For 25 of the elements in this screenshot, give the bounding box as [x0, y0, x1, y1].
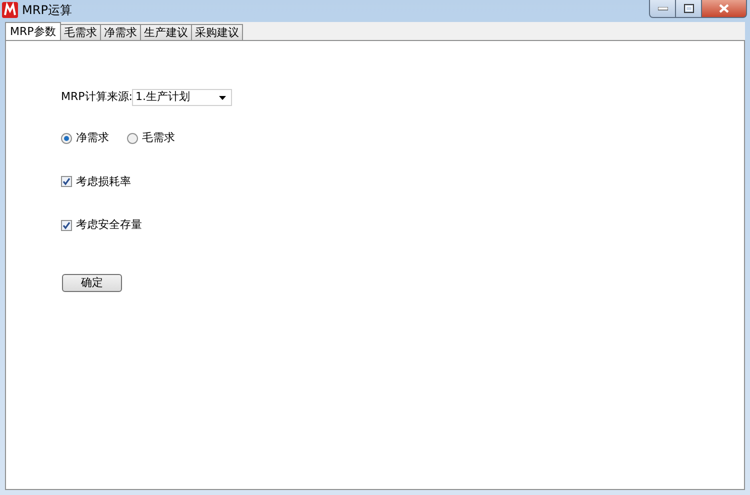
radio-label: 毛需求 [142, 130, 175, 146]
window-title: MRP运算 [22, 2, 72, 19]
minimize-button[interactable] [649, 0, 676, 18]
radio-label: 净需求 [76, 130, 109, 146]
checkbox[interactable] [61, 220, 72, 231]
checkbox-label: 考虑安全存量 [76, 217, 142, 233]
maximize-button[interactable] [676, 0, 702, 18]
source-label: MRP计算来源: [61, 89, 132, 106]
checkbox[interactable] [61, 176, 72, 188]
maximize-icon [684, 4, 694, 13]
source-dropdown[interactable]: 1.生产计划 [132, 89, 232, 106]
radio-button[interactable] [61, 132, 72, 144]
minimize-icon [658, 6, 668, 10]
confirm-button[interactable]: 确定 [62, 274, 122, 292]
tab[interactable]: 净需求 [100, 24, 141, 40]
close-icon [719, 4, 729, 13]
caret-icon [219, 96, 226, 100]
tab[interactable]: 采购建议 [190, 24, 243, 40]
radio-button[interactable] [127, 132, 138, 144]
close-button[interactable] [702, 0, 747, 18]
tab[interactable]: MRP参数 [5, 22, 61, 40]
tab[interactable]: 毛需求 [60, 24, 101, 40]
tab[interactable]: 生产建议 [140, 24, 192, 40]
checkbox-label: 考虑损耗率 [76, 174, 131, 190]
app-logo-icon [2, 2, 18, 18]
